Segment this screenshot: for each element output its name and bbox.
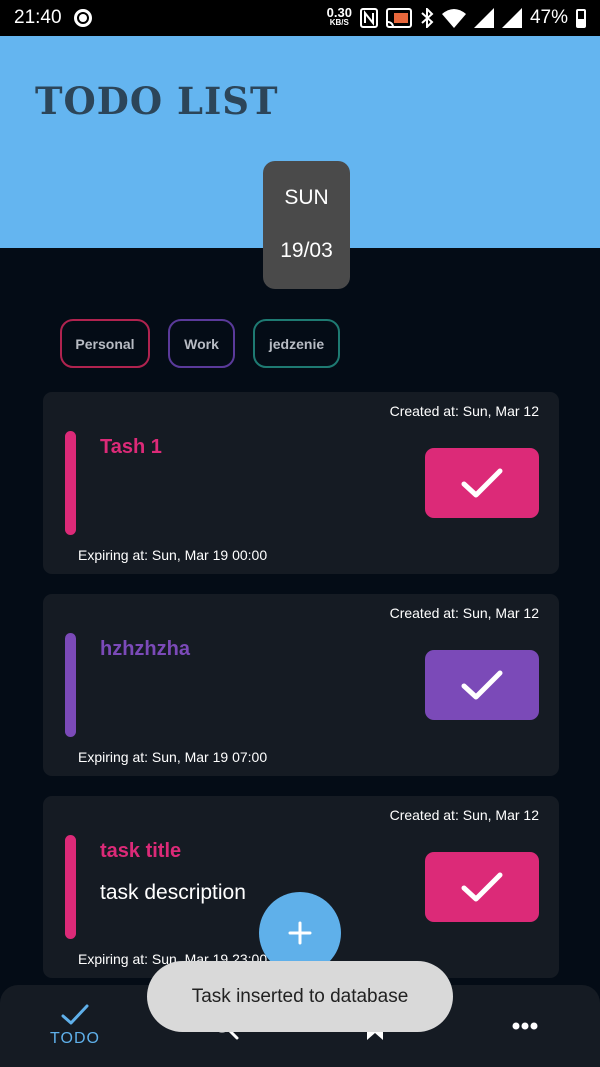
signal-icon <box>473 8 494 28</box>
record-icon <box>73 9 92 27</box>
battery-icon <box>576 8 586 28</box>
wifi-icon <box>441 8 466 28</box>
nfc-icon <box>359 8 378 28</box>
net-speed: 0.30 KB/S <box>326 5 352 28</box>
battery-percent: 47% <box>529 7 568 28</box>
check-icon <box>461 872 503 902</box>
bluetooth-icon <box>420 8 434 28</box>
net-speed-unit: KB/S <box>329 18 349 27</box>
complete-task-button[interactable] <box>425 852 539 922</box>
page-title: TODO LIST <box>35 79 279 123</box>
status-time: 21:40 <box>14 7 62 28</box>
task-created-at: Created at: Sun, Mar 12 <box>389 605 539 621</box>
task-expiring-at: Expiring at: Sun, Mar 19 07:00 <box>78 749 268 765</box>
category-chip-work[interactable]: Work <box>168 319 235 368</box>
toast-message: Task inserted to database <box>147 961 453 1032</box>
task-created-at: Created at: Sun, Mar 12 <box>389 807 539 823</box>
task-title: Tash 1 <box>100 436 162 458</box>
complete-task-button[interactable] <box>425 448 539 518</box>
check-icon <box>61 1004 89 1025</box>
more-icon <box>512 1022 538 1030</box>
nav-todo-label: TODO <box>50 1030 100 1047</box>
category-chip-personal[interactable]: Personal <box>60 319 150 368</box>
check-icon <box>461 468 503 498</box>
category-chip-jedzenie[interactable]: jedzenie <box>253 319 340 368</box>
date-day: SUN <box>284 186 329 209</box>
net-speed-value: 0.30 <box>326 5 352 20</box>
date-selector[interactable]: SUN 19/03 <box>263 161 350 289</box>
task-description: task description <box>100 881 246 904</box>
task-color-bar <box>65 835 76 939</box>
app-screen: 21:40 0.30 KB/S 47% TODO LIST SUN 19/03 … <box>0 0 600 1067</box>
task-card[interactable]: Created at: Sun, Mar 12 Tash 1 Expiring … <box>43 392 559 574</box>
category-chips: Personal Work jedzenie <box>60 319 340 368</box>
nav-item-more[interactable] <box>500 985 550 1067</box>
task-title: hzhzhzha <box>100 638 190 660</box>
task-created-at: Created at: Sun, Mar 12 <box>389 403 539 419</box>
task-color-bar <box>65 431 76 535</box>
nav-item-todo[interactable]: TODO <box>40 985 110 1067</box>
task-title: task title <box>100 840 182 862</box>
task-card[interactable]: Created at: Sun, Mar 12 hzhzhzha Expirin… <box>43 594 559 776</box>
task-expiring-at: Expiring at: Sun, Mar 19 00:00 <box>78 547 268 563</box>
cast-icon <box>385 8 412 28</box>
date-number: 19/03 <box>280 239 333 262</box>
signal-2-icon <box>501 8 522 28</box>
plus-icon <box>288 921 312 945</box>
status-icons: 0.30 KB/S 47% <box>326 5 586 29</box>
status-bar: 21:40 0.30 KB/S 47% <box>0 0 600 36</box>
complete-task-button[interactable] <box>425 650 539 720</box>
task-color-bar <box>65 633 76 737</box>
check-icon <box>461 670 503 700</box>
